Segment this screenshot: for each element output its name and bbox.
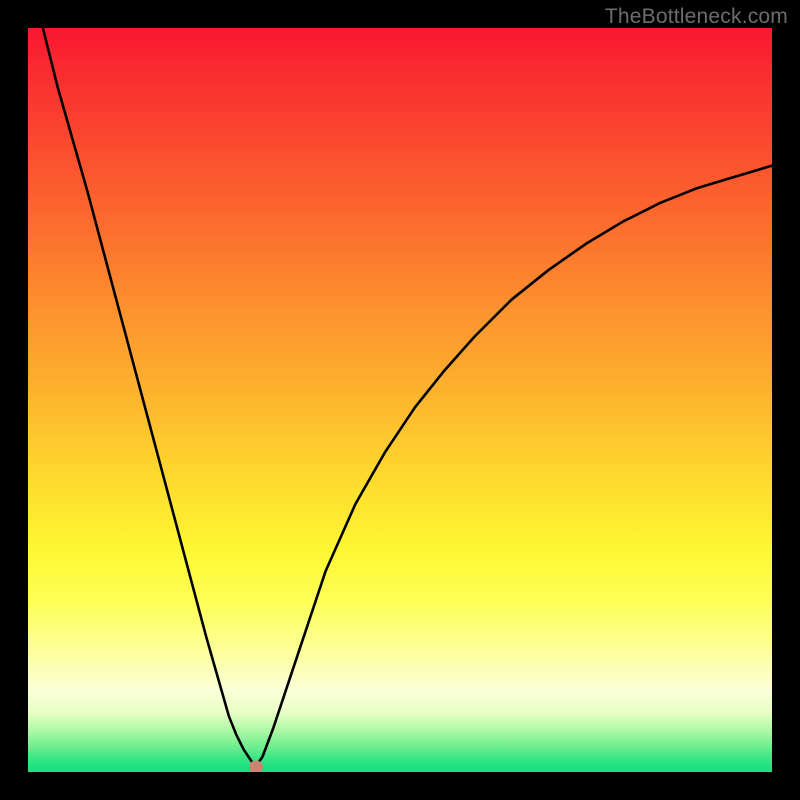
plot-area: [28, 28, 772, 772]
curve-svg: [28, 28, 772, 772]
watermark-label: TheBottleneck.com: [605, 5, 788, 29]
optimal-point-marker: [249, 760, 263, 772]
bottleneck-curve: [43, 28, 772, 766]
chart-frame: TheBottleneck.com: [0, 0, 800, 800]
